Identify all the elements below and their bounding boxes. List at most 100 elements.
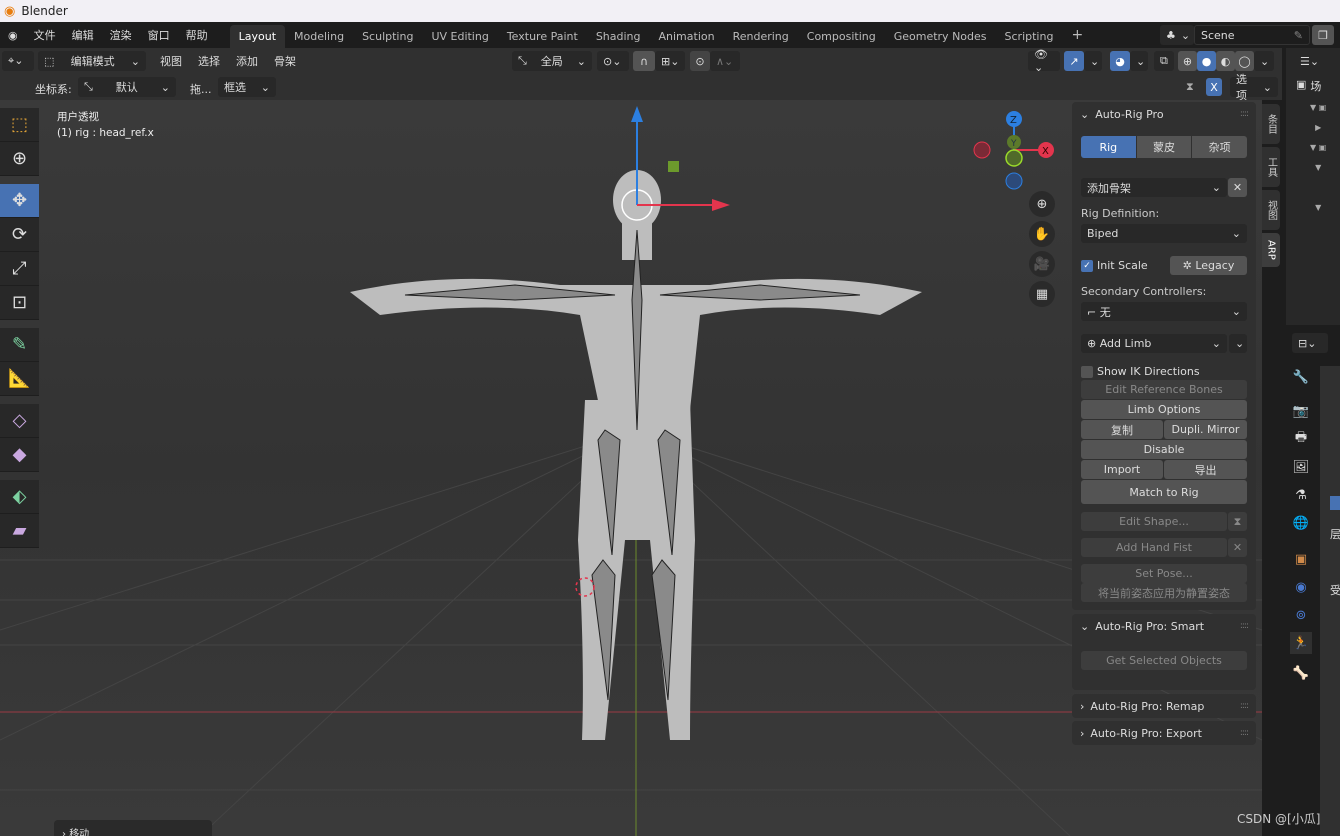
object-properties-icon[interactable]: ▣ — [1290, 548, 1312, 570]
xray-toggle-icon[interactable]: ⧉ — [1154, 51, 1174, 71]
bone-properties-icon[interactable]: 🦴 — [1290, 662, 1312, 684]
dupli-mirror-button[interactable]: Dupli. Mirror — [1164, 420, 1247, 439]
editor-type-button[interactable]: ⌖⌄ — [2, 51, 34, 71]
move-tool-icon[interactable]: ✥ — [0, 184, 39, 218]
menu-add[interactable]: 添加 — [228, 53, 266, 69]
tab-uv-editing[interactable]: UV Editing — [422, 25, 497, 48]
overlay-toggle-icon[interactable]: ◕ — [1110, 51, 1130, 71]
mirror-shape-icon[interactable]: ⧗ — [1228, 512, 1247, 531]
init-scale-checkbox[interactable]: ✓ Init Scale — [1081, 256, 1161, 275]
menu-select[interactable]: 选择 — [190, 53, 228, 69]
legacy-button[interactable]: ✲ Legacy — [1170, 256, 1247, 275]
select-box-tool-icon[interactable]: ⬚ — [0, 108, 39, 142]
scene-properties-icon[interactable]: ⚗ — [1290, 484, 1312, 506]
gizmo-toggle-icon[interactable]: ↗ — [1064, 51, 1084, 71]
drag-dropdown[interactable]: 框选 ⌄ — [218, 77, 276, 97]
sidebar-tab-view[interactable]: 视图 — [1262, 190, 1280, 230]
tab-geometry-nodes[interactable]: Geometry Nodes — [885, 25, 996, 48]
physics-properties-icon[interactable]: ◉ — [1290, 576, 1312, 598]
menu-render[interactable]: 渲染 — [102, 27, 140, 43]
add-hand-fist-button[interactable]: Add Hand Fist — [1081, 538, 1227, 557]
export-button[interactable]: 导出 — [1164, 460, 1247, 479]
tab-modeling[interactable]: Modeling — [285, 25, 353, 48]
scene-selector-button[interactable]: ♣ ⌄ — [1160, 25, 1194, 45]
blender-menu-icon[interactable]: ◉ — [0, 29, 26, 42]
tool-properties-icon[interactable]: 🔧 — [1290, 366, 1312, 388]
outliner[interactable]: ☰⌄ ▣ 场 ▼ ▣ ▶ ▼ ▣ ▼ ▼ — [1286, 48, 1340, 325]
measure-tool-icon[interactable]: 📐 — [0, 362, 39, 396]
menu-file[interactable]: 文件 — [26, 27, 64, 43]
edit-reference-bones-button[interactable]: Edit Reference Bones — [1081, 380, 1247, 399]
apply-rest-pose-button[interactable]: 将当前姿态应用为静置姿态 — [1081, 583, 1247, 602]
move-gizmo-x-arrow[interactable] — [712, 199, 730, 211]
world-properties-icon[interactable]: 🌐 — [1290, 512, 1312, 534]
remove-hand-fist-icon[interactable]: ✕ — [1228, 538, 1247, 557]
remove-armature-icon[interactable]: ✕ — [1228, 178, 1247, 197]
solid-shading-icon[interactable]: ● — [1197, 51, 1216, 71]
extrude-tool-icon[interactable]: ⬖ — [0, 480, 39, 514]
tab-scripting[interactable]: Scripting — [996, 25, 1063, 48]
coord-system-dropdown[interactable]: ⤡ 默认 ⌄ — [78, 77, 176, 97]
tab-animation[interactable]: Animation — [650, 25, 724, 48]
tab-rendering[interactable]: Rendering — [724, 25, 798, 48]
proportional-edit-icon[interactable]: ⊙ — [690, 51, 710, 71]
sidebar-tab-item[interactable]: 条目 — [1262, 104, 1280, 144]
outliner-display-mode[interactable]: ☰⌄ — [1294, 51, 1322, 71]
add-limb-dropdown[interactable]: ⊕ Add Limb ⌄ — [1081, 334, 1227, 353]
add-limb-menu-icon[interactable]: ⌄ — [1229, 334, 1247, 353]
copy-button[interactable]: 复制 — [1081, 420, 1163, 439]
scene-name-field[interactable]: Scene ✎ — [1194, 25, 1310, 45]
rig-definition-dropdown[interactable]: Biped ⌄ — [1081, 224, 1247, 243]
menu-armature[interactable]: 骨架 — [266, 53, 304, 69]
pan-view-icon[interactable]: ✋ — [1029, 221, 1055, 247]
import-button[interactable]: Import — [1081, 460, 1163, 479]
properties-editor-type[interactable]: ⊟⌄ — [1292, 333, 1328, 353]
overlay-dropdown[interactable]: ⌄ — [1130, 51, 1148, 71]
view-layer-properties-icon[interactable]: 🖼 — [1290, 456, 1312, 478]
options-dropdown[interactable]: 选项 ⌄ — [1230, 73, 1278, 102]
shear-tool-icon[interactable]: ▰ — [0, 514, 39, 548]
tab-shading[interactable]: Shading — [587, 25, 650, 48]
snap-icon[interactable]: ∩ — [633, 51, 655, 71]
smart-panel-header[interactable]: ⌄ Auto-Rig Pro: Smart:::: — [1072, 614, 1256, 638]
arp-panel-header[interactable]: ⌄ Auto-Rig Pro:::: — [1072, 102, 1256, 126]
roll-tool-icon[interactable]: ◇ — [0, 404, 39, 438]
arp-remap-panel[interactable]: › Auto-Rig Pro: Remap:::: — [1072, 694, 1256, 718]
new-scene-icon[interactable]: ❐ — [1312, 25, 1334, 45]
pivot-point-dropdown[interactable]: ⊙⌄ — [597, 51, 629, 71]
snap-target-dropdown[interactable]: ⊞⌄ — [655, 51, 685, 71]
rotate-tool-icon[interactable]: ⟳ — [0, 218, 39, 252]
tab-compositing[interactable]: Compositing — [798, 25, 885, 48]
render-properties-icon[interactable]: 📷 — [1290, 400, 1312, 422]
edit-shape-button[interactable]: Edit Shape... — [1081, 512, 1227, 531]
secondary-controllers-dropdown[interactable]: ⌐ 无 ⌄ — [1081, 302, 1247, 321]
sidebar-tab-tool[interactable]: 工具 — [1262, 147, 1280, 187]
menu-window[interactable]: 窗口 — [140, 27, 178, 43]
output-properties-icon[interactable]: 🖶 — [1290, 428, 1312, 450]
shading-dropdown[interactable]: ⌄ — [1254, 51, 1274, 71]
rendered-shading-icon[interactable]: ◯ — [1235, 51, 1254, 71]
tab-skin[interactable]: 蒙皮 — [1136, 136, 1192, 158]
tab-layout[interactable]: Layout — [229, 25, 286, 48]
menu-edit[interactable]: 编辑 — [64, 27, 102, 43]
cursor-tool-icon[interactable]: ⊕ — [0, 142, 39, 176]
tab-rig[interactable]: Rig — [1081, 136, 1136, 158]
falloff-dropdown[interactable]: ∧⌄ — [710, 51, 740, 71]
material-shading-icon[interactable]: ◐ — [1216, 51, 1235, 71]
set-pose-button[interactable]: Set Pose... — [1081, 564, 1247, 583]
camera-view-icon[interactable]: 🎥 — [1029, 251, 1055, 277]
tab-misc[interactable]: 杂项 — [1192, 136, 1248, 158]
menu-help[interactable]: 帮助 — [178, 27, 216, 43]
pin-icon[interactable]: ✎ — [1294, 29, 1303, 42]
annotate-tool-icon[interactable]: ✎ — [0, 328, 39, 362]
bone-size-tool-icon[interactable]: ◆ — [0, 438, 39, 472]
tab-sculpting[interactable]: Sculpting — [353, 25, 422, 48]
scene-collection-row[interactable]: ▣ 场 — [1296, 78, 1321, 94]
transform-tool-icon[interactable]: ⊡ — [0, 286, 39, 320]
tab-texture-paint[interactable]: Texture Paint — [498, 25, 587, 48]
gizmo-dropdown[interactable]: ⌄ — [1084, 51, 1102, 71]
menu-view[interactable]: 视图 — [152, 53, 190, 69]
transform-orientation-dropdown[interactable]: ⤡ 全局 ⌄ — [512, 51, 592, 71]
add-armature-dropdown[interactable]: 添加骨架 ⌄ — [1081, 178, 1227, 197]
wireframe-shading-icon[interactable]: ⊕ — [1178, 51, 1197, 71]
